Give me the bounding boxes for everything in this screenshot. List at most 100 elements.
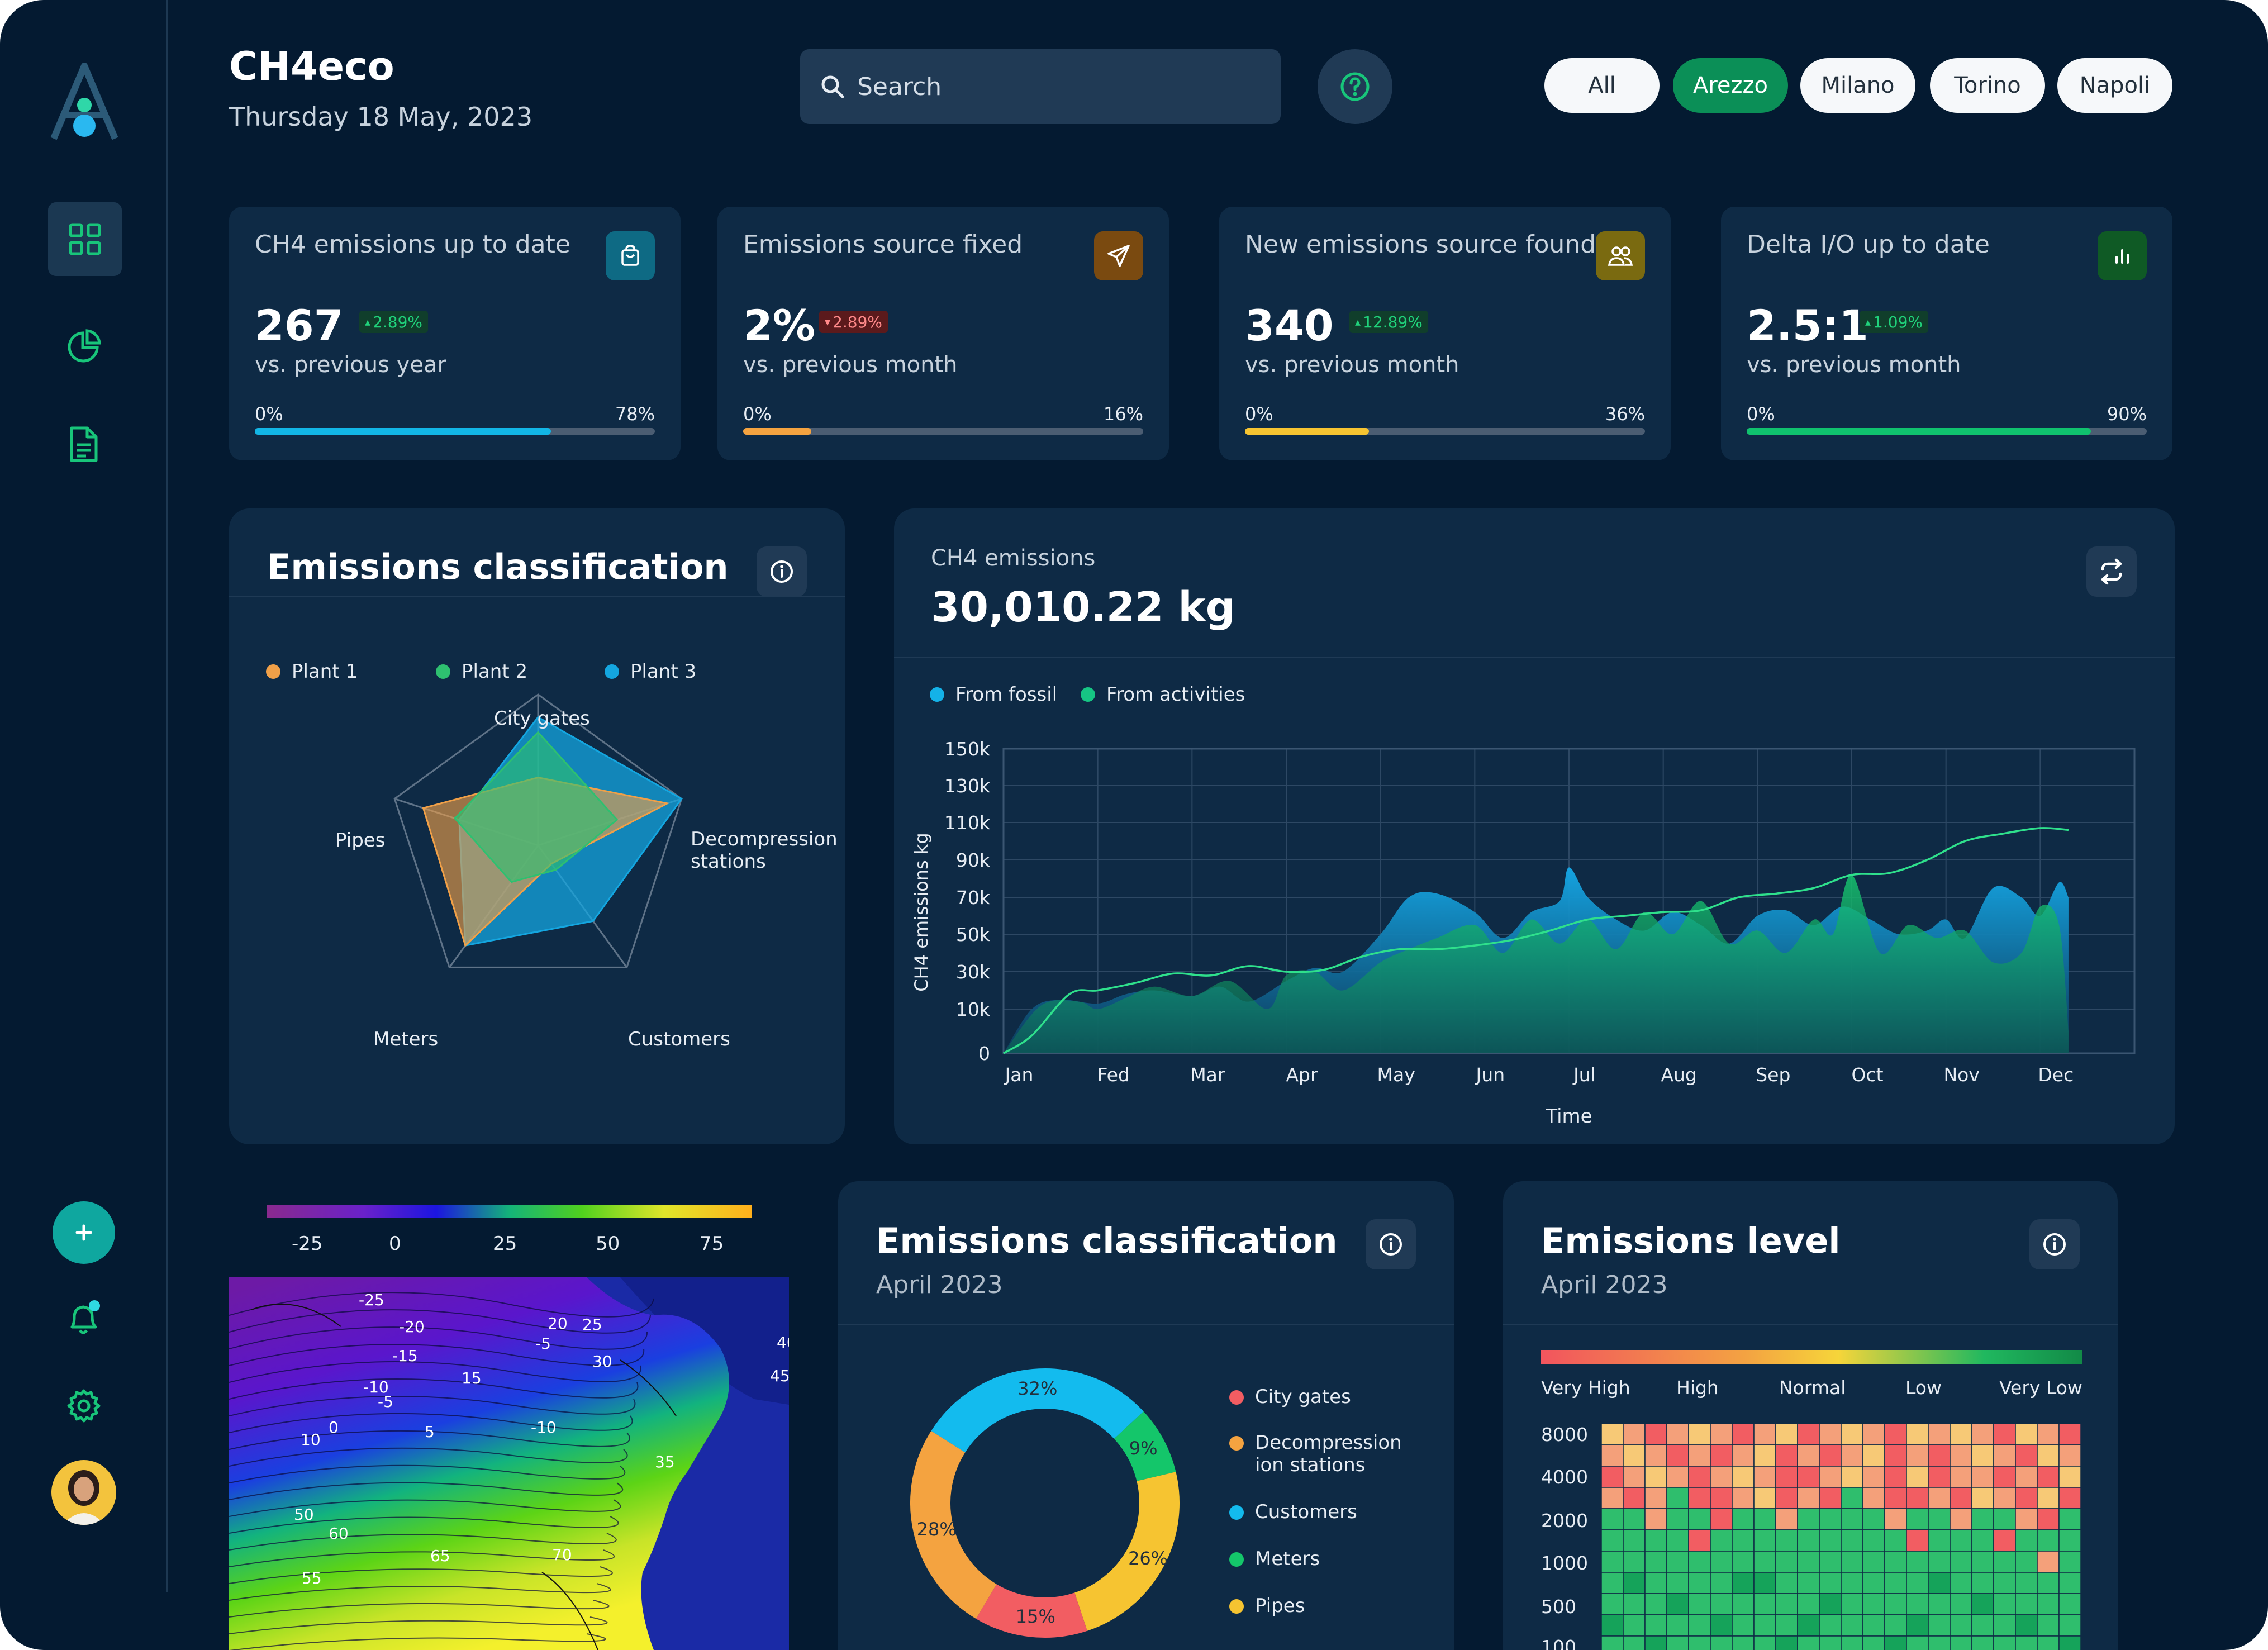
donut-legend-item[interactable]: City gates xyxy=(1229,1386,1383,1408)
heatmap-cell[interactable] xyxy=(1928,1572,1951,1594)
heatmap-cell[interactable] xyxy=(1644,1487,1667,1509)
heatmap-cell[interactable] xyxy=(1753,1466,1776,1488)
heatmap-cell[interactable] xyxy=(1950,1529,1972,1552)
heatmap-cell[interactable] xyxy=(1601,1593,1624,1615)
heatmap-cell[interactable] xyxy=(2015,1508,2038,1530)
heatmap-cell[interactable] xyxy=(1732,1572,1755,1594)
heatmap-cell[interactable] xyxy=(1950,1551,1972,1573)
heatmap-cell[interactable] xyxy=(2037,1529,2060,1552)
heatmap-cell[interactable] xyxy=(1906,1466,1929,1488)
donut-legend-item[interactable]: Decompression ion stations xyxy=(1229,1432,1402,1476)
heatmap-cell[interactable] xyxy=(1950,1635,1972,1650)
heatmap-cell[interactable] xyxy=(1688,1572,1711,1594)
heatmap-cell[interactable] xyxy=(1775,1635,1798,1650)
heatmap-cell[interactable] xyxy=(1710,1635,1733,1650)
heatmap-cell[interactable] xyxy=(2037,1508,2060,1530)
heatmap-cell[interactable] xyxy=(1928,1423,1951,1445)
heatmap-cell[interactable] xyxy=(1644,1635,1667,1650)
heatmap-cell[interactable] xyxy=(1797,1487,1820,1509)
heatmap-cell[interactable] xyxy=(1819,1508,1842,1530)
heatmap-cell[interactable] xyxy=(1710,1466,1733,1488)
heatmap-cell[interactable] xyxy=(1601,1551,1624,1573)
heatmap-cell[interactable] xyxy=(1928,1614,1951,1637)
heatmap-cell[interactable] xyxy=(1644,1423,1667,1445)
heatmap-cell[interactable] xyxy=(1623,1635,1646,1650)
heatmap-cell[interactable] xyxy=(1666,1444,1689,1467)
heatmap-cell[interactable] xyxy=(1753,1444,1776,1467)
donut-legend-item[interactable]: Customers xyxy=(1229,1501,1383,1523)
heatmap-cell[interactable] xyxy=(1906,1635,1929,1650)
heatmap-cell[interactable] xyxy=(1775,1529,1798,1552)
heatmap-cell[interactable] xyxy=(1710,1487,1733,1509)
heatmap-cell[interactable] xyxy=(1601,1466,1624,1488)
heatmap-cell[interactable] xyxy=(2058,1614,2081,1637)
heatmap-cell[interactable] xyxy=(1688,1551,1711,1573)
heatmap-cell[interactable] xyxy=(1732,1529,1755,1552)
heatmap-cell[interactable] xyxy=(1775,1614,1798,1637)
heatmap-cell[interactable] xyxy=(1884,1529,1907,1552)
heatmap-cell[interactable] xyxy=(1688,1508,1711,1530)
heatmap-cell[interactable] xyxy=(1797,1614,1820,1637)
heatmap-cell[interactable] xyxy=(1993,1423,2016,1445)
heatmap-cell[interactable] xyxy=(1884,1466,1907,1488)
heatmap-cell[interactable] xyxy=(2015,1423,2038,1445)
heatmap-cell[interactable] xyxy=(1732,1635,1755,1650)
heatmap-cell[interactable] xyxy=(1688,1635,1711,1650)
heatmap-cell[interactable] xyxy=(1797,1423,1820,1445)
heatmap-cell[interactable] xyxy=(1993,1466,2016,1488)
heatmap-cell[interactable] xyxy=(1644,1551,1667,1573)
heatmap-cell[interactable] xyxy=(1884,1508,1907,1530)
heatmap-cell[interactable] xyxy=(1906,1529,1929,1552)
heatmap-cell[interactable] xyxy=(2015,1551,2038,1573)
sidebar-item-reports[interactable] xyxy=(56,416,112,472)
heatmap-cell[interactable] xyxy=(1710,1572,1733,1594)
heatmap-cell[interactable] xyxy=(1688,1529,1711,1552)
heatmap-cell[interactable] xyxy=(1906,1614,1929,1637)
heatmap-cell[interactable] xyxy=(1841,1635,1863,1650)
heatmap-cell[interactable] xyxy=(1623,1508,1646,1530)
heatmap-cell[interactable] xyxy=(1928,1487,1951,1509)
heatmap-cell[interactable] xyxy=(1644,1529,1667,1552)
heatmap-cell[interactable] xyxy=(1710,1423,1733,1445)
heatmap-cell[interactable] xyxy=(1732,1551,1755,1573)
kpi-card[interactable]: CH4 emissions up to date 267 ▴ 2.89% vs. pr… xyxy=(229,207,681,460)
heatmap-cell[interactable] xyxy=(2058,1508,2081,1530)
heatmap-cell[interactable] xyxy=(2015,1487,2038,1509)
heatmap-cell[interactable] xyxy=(1601,1508,1624,1530)
heatmap-cell[interactable] xyxy=(1819,1423,1842,1445)
heatmap-cell[interactable] xyxy=(1884,1614,1907,1637)
heatmap-cell[interactable] xyxy=(2015,1614,2038,1637)
heatmap-cell[interactable] xyxy=(1753,1487,1776,1509)
heatmap-cell[interactable] xyxy=(1971,1466,1994,1488)
heatmap-cell[interactable] xyxy=(1775,1572,1798,1594)
heatmap-cell[interactable] xyxy=(1732,1487,1755,1509)
heatmap-cell[interactable] xyxy=(2058,1635,2081,1650)
heatmap-cell[interactable] xyxy=(1841,1487,1863,1509)
heatmap-cell[interactable] xyxy=(1862,1614,1885,1637)
heatmap-cell[interactable] xyxy=(1688,1614,1711,1637)
heatmap-cell[interactable] xyxy=(1644,1466,1667,1488)
search-bar[interactable] xyxy=(800,49,1281,124)
heatmap-cell[interactable] xyxy=(1775,1423,1798,1445)
heatmap-cell[interactable] xyxy=(2058,1593,2081,1615)
heatmap-cell[interactable] xyxy=(1928,1466,1951,1488)
heatmap-cell[interactable] xyxy=(1623,1466,1646,1488)
heatmap-cell[interactable] xyxy=(2058,1423,2081,1445)
heatmap-cell[interactable] xyxy=(1819,1487,1842,1509)
heatmap-cell[interactable] xyxy=(1841,1466,1863,1488)
heatmap-cell[interactable] xyxy=(1928,1508,1951,1530)
heatmap-cell[interactable] xyxy=(1644,1508,1667,1530)
heatmap-cell[interactable] xyxy=(1862,1572,1885,1594)
heatmap-cell[interactable] xyxy=(1884,1635,1907,1650)
heatmap-cell[interactable] xyxy=(1993,1593,2016,1615)
heatmap-cell[interactable] xyxy=(1775,1508,1798,1530)
heatmap-cell[interactable] xyxy=(1601,1572,1624,1594)
heatmap-cell[interactable] xyxy=(1928,1635,1951,1650)
heatmap-cell[interactable] xyxy=(1710,1614,1733,1637)
heatmap-cell[interactable] xyxy=(1644,1614,1667,1637)
heatmap-cell[interactable] xyxy=(1950,1593,1972,1615)
heatmap-cell[interactable] xyxy=(1732,1508,1755,1530)
heatmap-cell[interactable] xyxy=(1623,1614,1646,1637)
heatmap-cell[interactable] xyxy=(1928,1529,1951,1552)
heatmap-cell[interactable] xyxy=(2058,1444,2081,1467)
